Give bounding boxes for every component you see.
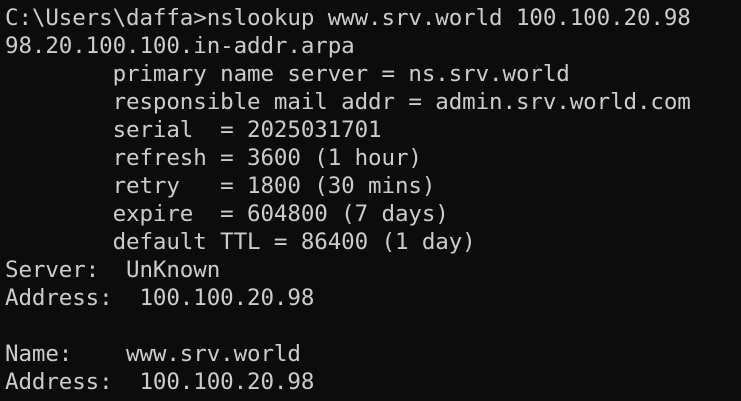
server-line: Server: UnKnown: [5, 257, 221, 283]
retry-line: retry = 1800 (30 mins): [5, 173, 436, 199]
default-ttl-line: default TTL = 86400 (1 day): [5, 229, 476, 255]
refresh-line: refresh = 3600 (1 hour): [5, 145, 422, 171]
serial-line: serial = 2025031701: [5, 117, 382, 143]
terminal-window[interactable]: C:\Users\daffa>nslookup www.srv.world 10…: [0, 0, 741, 401]
name-line: Name: www.srv.world: [5, 341, 301, 367]
primary-name-server-line: primary name server = ns.srv.world: [5, 61, 570, 87]
reverse-zone-line: 98.20.100.100.in-addr.arpa: [5, 33, 355, 59]
responsible-mail-line: responsible mail addr = admin.srv.world.…: [5, 89, 691, 115]
expire-line: expire = 604800 (7 days): [5, 201, 449, 227]
name-address-line: Address: 100.100.20.98: [5, 369, 315, 395]
server-address-line: Address: 100.100.20.98: [5, 285, 315, 311]
command-prompt-line: C:\Users\daffa>nslookup www.srv.world 10…: [5, 5, 691, 31]
